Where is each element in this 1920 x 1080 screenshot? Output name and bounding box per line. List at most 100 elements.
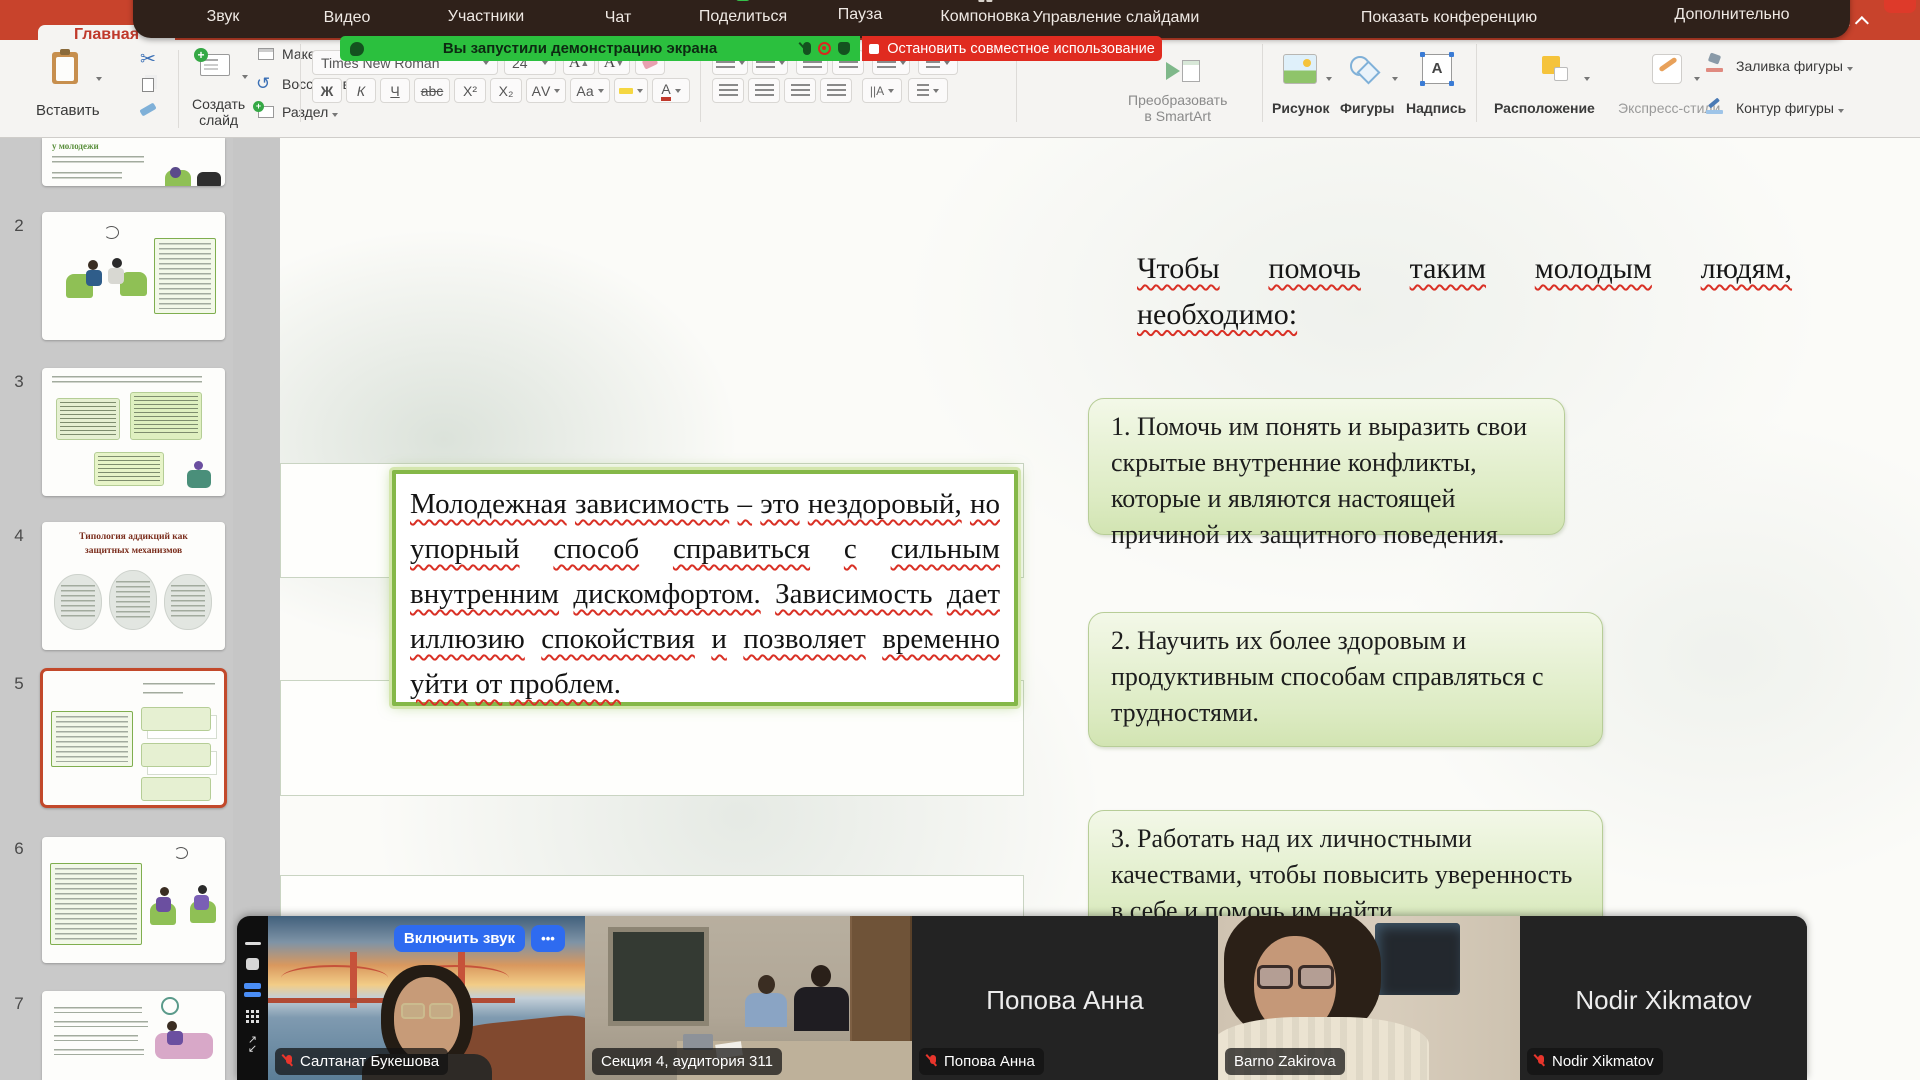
highlight-button[interactable] (614, 78, 648, 103)
align-right-button[interactable] (784, 78, 816, 103)
expand-strip-icon[interactable]: ↗↙ (248, 1036, 257, 1054)
slide-title[interactable]: Чтобы помочь таким молодым людям, необхо… (1137, 246, 1792, 337)
toolbar-audio[interactable]: Звук (207, 0, 240, 26)
mic-muted-icon (1536, 1055, 1546, 1069)
video-tile-nodir[interactable]: Nodir Xikmatov Nodir Xikmatov (1520, 916, 1807, 1080)
shapes-button[interactable]: Фигуры (1340, 100, 1395, 116)
recording-icon (818, 42, 831, 55)
subscript-button[interactable]: X₂ (490, 78, 522, 103)
strip-controls: ↗↙ (237, 916, 268, 1080)
quick-styles-dropdown[interactable] (1690, 68, 1700, 86)
blackboard (608, 927, 709, 1025)
thumbnail-slide-6[interactable] (42, 837, 225, 963)
copy-icon[interactable] (142, 78, 154, 92)
thumb6-textbox (50, 863, 142, 945)
thumb2-textbox (154, 238, 216, 314)
strikethrough-button[interactable]: abc (414, 78, 450, 103)
stop-video-strip-icon[interactable] (246, 958, 259, 970)
thumbnail-slide-3[interactable] (42, 368, 225, 496)
arrange-button[interactable]: Расположение (1494, 100, 1595, 116)
video-tile-popova[interactable]: Попова Анна Попова Анна (912, 916, 1218, 1080)
toolbar-chat[interactable]: Чат (605, 0, 632, 27)
arrange-dropdown[interactable] (1580, 68, 1590, 86)
banner-mic-muted-icon (803, 42, 811, 55)
thumb2-number: 2 (8, 216, 30, 236)
chevron-up-icon (1854, 16, 1868, 30)
toolbar-video[interactable]: Видео (324, 0, 371, 27)
participant-name-label: Nodir Xikmatov (1527, 1048, 1663, 1075)
shapes-dropdown[interactable] (1388, 68, 1398, 86)
stop-share-button[interactable]: Остановить совместное использование (862, 36, 1162, 61)
point-1-callout[interactable]: 1. Помочь им понять и выразить свои скры… (1088, 398, 1565, 535)
pause-icon (851, 0, 869, 2)
thumb6-number: 6 (8, 839, 30, 859)
align-left-button[interactable] (712, 78, 744, 103)
superscript-button[interactable]: X² (454, 78, 486, 103)
shape-outline-icon (1706, 96, 1724, 110)
new-slide-button[interactable]: Создать слайд (192, 96, 245, 128)
toolbar-more[interactable]: Дополнительно (1674, 0, 1789, 24)
font-color-button[interactable]: А (652, 78, 690, 103)
video-tile-barno[interactable]: Barno Zakirova (1218, 916, 1520, 1080)
new-slide-icon[interactable]: + (200, 54, 230, 76)
thumbnail-slide-1[interactable]: у молодежи (42, 138, 225, 186)
text-direction-button[interactable]: ||А (862, 78, 902, 103)
toolbar-show-meeting[interactable]: Показать конференцию (1361, 0, 1537, 27)
thumbnail-slide-4[interactable]: Типология аддикций как защитных механизм… (42, 522, 225, 650)
toolbar-layout[interactable]: Компоновка (940, 0, 1029, 26)
new-slide-dropdown[interactable] (238, 66, 248, 84)
italic-button[interactable]: К (346, 78, 376, 103)
unmute-button[interactable]: Включить звук (394, 925, 525, 952)
thumbnail-slide-7[interactable] (42, 991, 225, 1080)
paste-icon[interactable] (52, 52, 78, 84)
change-case-button[interactable]: Аа (570, 78, 610, 103)
justify-button[interactable] (820, 78, 852, 103)
thumb2-doodle (104, 226, 119, 239)
thumb3-number: 3 (8, 372, 30, 392)
picture-dropdown[interactable] (1322, 68, 1332, 86)
align-center-button[interactable] (748, 78, 780, 103)
underline-button[interactable]: Ч (380, 78, 410, 103)
thumbnail-slide-5-selected[interactable] (40, 668, 227, 808)
toolbar-share[interactable]: ↑ Поделиться (699, 0, 787, 26)
format-painter-icon[interactable] (139, 102, 156, 116)
stop-icon (869, 44, 879, 54)
participant-name-label: Попова Анна (919, 1048, 1044, 1075)
smartart-button[interactable]: Преобразовать в SmartArt (1128, 92, 1227, 124)
participant-name-label: Barno Zakirova (1225, 1048, 1345, 1075)
speaker-view-icon[interactable] (244, 983, 261, 997)
shape-fill-button[interactable]: Заливка фигуры (1736, 58, 1853, 74)
gallery-view-icon[interactable] (246, 1010, 259, 1023)
tile-more-button[interactable]: ••• (531, 925, 565, 952)
stop-share-label: Остановить совместное использование (887, 41, 1155, 57)
thumbnail-slide-2[interactable] (42, 212, 225, 340)
shapes-icon[interactable] (1348, 54, 1382, 84)
toolbar-participants[interactable]: Участники (448, 0, 524, 26)
textbox-icon[interactable]: A (1422, 54, 1452, 84)
quick-styles-icon[interactable] (1652, 54, 1682, 84)
picture-icon[interactable] (1283, 54, 1317, 84)
bold-button[interactable]: Ж (312, 78, 342, 103)
section-button[interactable]: Раздел (282, 104, 338, 120)
cut-icon[interactable]: ✂ (140, 48, 156, 71)
paste-dropdown[interactable] (92, 68, 102, 86)
broadcast-icon (350, 42, 364, 56)
character-spacing-button[interactable]: АV (526, 78, 566, 103)
arrange-icon[interactable] (1540, 54, 1572, 84)
screen-share-banner-text: Вы запустили демонстрацию экрана (364, 40, 796, 57)
toolbar-pause[interactable]: Пауза (838, 0, 882, 24)
point-2-callout[interactable]: 2. Научить их более здоровым и продуктив… (1088, 612, 1603, 747)
toolbar-manage-slides[interactable]: Управление слайдами (1033, 0, 1200, 27)
paste-button[interactable]: Вставить (36, 102, 100, 119)
minimize-strip-icon[interactable] (245, 942, 261, 945)
chat-icon (609, 0, 627, 5)
recording-corner-indicator (1884, 0, 1916, 13)
picture-button[interactable]: Рисунок (1272, 100, 1330, 116)
textbox-button[interactable]: Надпись (1406, 100, 1466, 116)
video-tile-section4[interactable]: Секция 4, аудитория 311 (585, 916, 912, 1080)
shape-outline-button[interactable]: Контур фигуры (1736, 100, 1844, 116)
video-tile-saltanat[interactable]: Включить звук ••• Салтанат Букешова (268, 916, 585, 1080)
thumb5-number: 5 (8, 674, 30, 694)
definition-textbox[interactable]: Молодежная зависимость – это нездоровый,… (392, 470, 1018, 706)
align-text-button[interactable] (908, 78, 948, 103)
